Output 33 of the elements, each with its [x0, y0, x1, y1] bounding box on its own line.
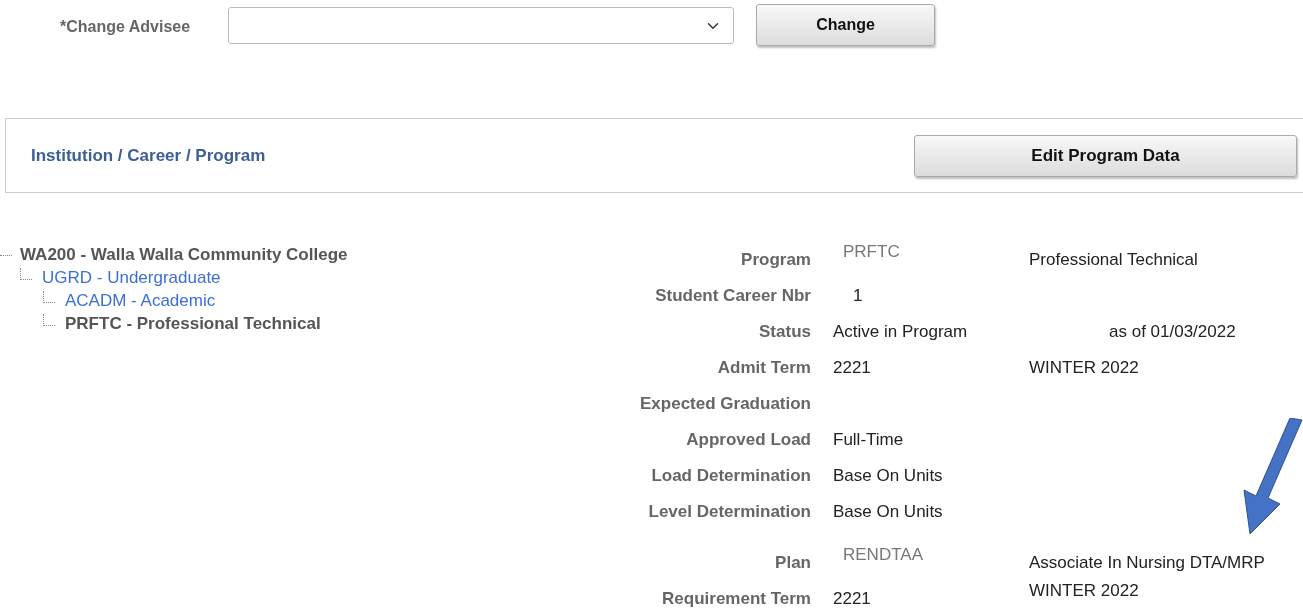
field-value: Full-Time — [833, 430, 904, 449]
field-label: Requirement Term — [662, 589, 811, 608]
field-label: *Change Advisee — [60, 17, 192, 37]
field-value: 2221 — [833, 589, 871, 608]
field-label: Plan — [775, 553, 811, 572]
field-label: Approved Load — [686, 430, 811, 449]
field-value: 2221 — [833, 358, 871, 377]
tree-item[interactable]: PRFTC - Professional Technical — [65, 314, 321, 333]
field-value: WINTER 2022 — [1029, 581, 1139, 600]
tree-link[interactable]: UGRD - Undergraduate — [42, 268, 221, 287]
field-label: Expected Graduation — [640, 394, 811, 413]
code-value: RENDTAA — [843, 545, 923, 564]
field-value: Base On Units — [833, 502, 943, 521]
field-label: Program — [741, 250, 811, 269]
code-value: PRFTC — [843, 242, 900, 261]
field-label: Status — [759, 322, 811, 341]
tree-item[interactable]: WA200 - Walla Walla Community College — [20, 245, 348, 264]
field-value: Base On Units — [833, 466, 943, 485]
tree-link[interactable]: ACADM - Academic — [65, 291, 216, 310]
edit-program-button[interactable]: Edit Program Data — [914, 134, 1297, 177]
section-title: Institution / Career / Program — [31, 144, 266, 167]
field-label: Level Determination — [648, 502, 811, 521]
change-button[interactable]: Change — [756, 4, 935, 46]
field-value: Active in Program — [833, 322, 968, 341]
field-label: Admit Term — [717, 358, 811, 377]
field-label: Student Career Nbr — [655, 286, 811, 305]
field-label: Load Determination — [651, 466, 811, 485]
advisee-select[interactable] — [228, 7, 734, 44]
field-value: 1 — [853, 286, 863, 305]
field-value: WINTER 2022 — [1029, 358, 1139, 377]
field-value: Associate In Nursing DTA/MRP — [1029, 553, 1265, 572]
field-value: Professional Technical — [1029, 250, 1198, 269]
field-value: as of 01/03/2022 — [1109, 322, 1236, 341]
